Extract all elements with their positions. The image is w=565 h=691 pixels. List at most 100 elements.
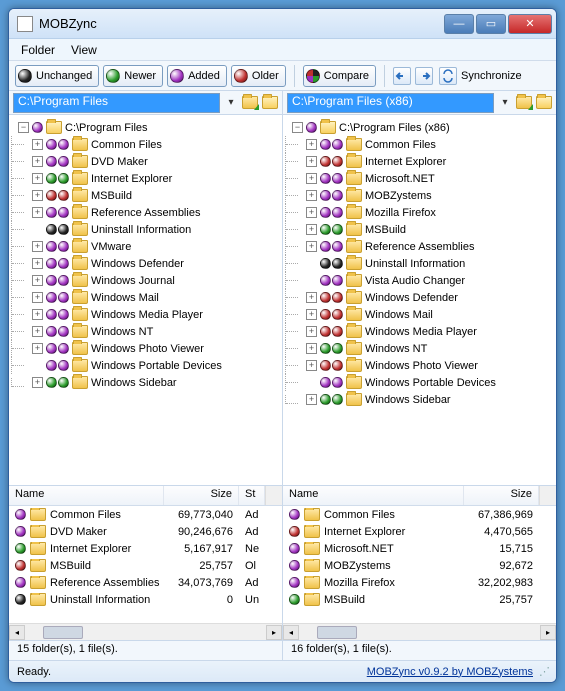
tree-item[interactable]: Windows Portable Devices — [11, 357, 280, 374]
expand-icon[interactable]: + — [306, 139, 317, 150]
expand-icon[interactable]: + — [306, 360, 317, 371]
tree-item[interactable]: + Windows NT — [11, 323, 280, 340]
col-name[interactable]: Name — [9, 486, 164, 505]
tree-item[interactable]: + Internet Explorer — [285, 153, 554, 170]
tree-item[interactable]: + Windows NT — [285, 340, 554, 357]
list-row[interactable]: MSBuild 25,757 Ol — [9, 557, 282, 574]
list-row[interactable]: Internet Explorer 5,167,917 Ne — [9, 540, 282, 557]
copy-right-icon[interactable] — [415, 67, 433, 85]
list-row[interactable]: Common Files 69,773,040 Ad — [9, 506, 282, 523]
expand-icon[interactable]: + — [306, 224, 317, 235]
tree-item[interactable]: + Windows Media Player — [285, 323, 554, 340]
expand-icon[interactable]: + — [306, 309, 317, 320]
tree-item[interactable]: Vista Audio Changer — [285, 272, 554, 289]
tree-item[interactable]: + DVD Maker — [11, 153, 280, 170]
up-folder-icon[interactable] — [516, 96, 532, 109]
maximize-button[interactable]: ▭ — [476, 14, 506, 34]
tree-root[interactable]: − C:\Program Files (x86) — [285, 119, 554, 136]
tree-item[interactable]: Uninstall Information — [11, 221, 280, 238]
tree-item[interactable]: + MOBZystems — [285, 187, 554, 204]
minimize-button[interactable]: — — [444, 14, 474, 34]
tree-item[interactable]: + Windows Journal — [11, 272, 280, 289]
expand-icon[interactable]: + — [306, 326, 317, 337]
list-row[interactable]: MOBZystems 92,672 — [283, 557, 556, 574]
tree-item[interactable]: + VMware — [11, 238, 280, 255]
copy-left-icon[interactable] — [393, 67, 411, 85]
tree-item[interactable]: + Windows Photo Viewer — [285, 357, 554, 374]
tree-item[interactable]: + Windows Defender — [285, 289, 554, 306]
up-folder-icon[interactable] — [242, 96, 258, 109]
col-status[interactable]: St — [239, 486, 265, 505]
synchronize-button[interactable]: Synchronize — [437, 65, 528, 87]
chevron-down-icon[interactable]: ▾ — [498, 97, 512, 108]
tree-item[interactable]: + Windows Mail — [285, 306, 554, 323]
tree-item[interactable]: + Windows Sidebar — [11, 374, 280, 391]
expand-icon[interactable]: + — [32, 326, 43, 337]
expand-icon[interactable]: + — [306, 156, 317, 167]
list-row[interactable]: MSBuild 25,757 — [283, 591, 556, 608]
tree-item[interactable]: + Microsoft.NET — [285, 170, 554, 187]
expand-icon[interactable]: + — [32, 377, 43, 388]
list-row[interactable]: DVD Maker 90,246,676 Ad — [9, 523, 282, 540]
menu-view[interactable]: View — [71, 43, 97, 57]
left-tree[interactable]: − C:\Program Files + Common Files + DVD … — [9, 115, 282, 485]
scroll-thumb[interactable] — [317, 626, 357, 639]
expand-icon[interactable]: + — [32, 241, 43, 252]
tree-item[interactable]: + MSBuild — [11, 187, 280, 204]
tree-item[interactable]: + Common Files — [11, 136, 280, 153]
right-path-input[interactable]: C:\Program Files (x86) — [287, 93, 494, 113]
titlebar[interactable]: MOBZync — ▭ ✕ — [9, 9, 556, 39]
col-size[interactable]: Size — [164, 486, 239, 505]
menu-folder[interactable]: Folder — [21, 43, 55, 57]
filter-unchanged[interactable]: Unchanged — [15, 65, 99, 87]
close-button[interactable]: ✕ — [508, 14, 552, 34]
right-list-header[interactable]: Name Size — [283, 486, 556, 506]
expand-icon[interactable]: + — [32, 156, 43, 167]
tree-item[interactable]: Windows Portable Devices — [285, 374, 554, 391]
expand-icon[interactable]: + — [306, 173, 317, 184]
expand-icon[interactable]: + — [306, 207, 317, 218]
expand-icon[interactable]: + — [32, 343, 43, 354]
expand-icon[interactable]: + — [306, 241, 317, 252]
about-link[interactable]: MOBZync v0.9.2 by MOBZystems — [367, 666, 533, 678]
tree-item[interactable]: Uninstall Information — [285, 255, 554, 272]
tree-item[interactable]: + MSBuild — [285, 221, 554, 238]
filter-older[interactable]: Older — [231, 65, 286, 87]
filter-newer[interactable]: Newer — [103, 65, 163, 87]
vscroll[interactable] — [265, 486, 282, 505]
expand-icon[interactable]: + — [306, 394, 317, 405]
expand-icon[interactable]: + — [32, 309, 43, 320]
col-name[interactable]: Name — [283, 486, 464, 505]
browse-folder-icon[interactable] — [536, 96, 552, 109]
expand-icon[interactable]: + — [32, 292, 43, 303]
tree-item[interactable]: + Reference Assemblies — [11, 204, 280, 221]
tree-root[interactable]: − C:\Program Files — [11, 119, 280, 136]
right-tree[interactable]: − C:\Program Files (x86) + Common Files … — [283, 115, 556, 485]
expand-icon[interactable]: + — [32, 207, 43, 218]
scroll-thumb[interactable] — [43, 626, 83, 639]
collapse-icon[interactable]: − — [292, 122, 303, 133]
list-row[interactable]: Internet Explorer 4,470,565 — [283, 523, 556, 540]
scroll-left-icon[interactable]: ◂ — [9, 625, 25, 640]
tree-item[interactable]: + Windows Photo Viewer — [11, 340, 280, 357]
left-path-input[interactable]: C:\Program Files — [13, 93, 220, 113]
list-row[interactable]: Reference Assemblies 34,073,769 Ad — [9, 574, 282, 591]
browse-folder-icon[interactable] — [262, 96, 278, 109]
expand-icon[interactable]: + — [306, 190, 317, 201]
chevron-down-icon[interactable]: ▾ — [224, 97, 238, 108]
tree-item[interactable]: + Windows Mail — [11, 289, 280, 306]
expand-icon[interactable]: + — [306, 343, 317, 354]
expand-icon[interactable]: + — [32, 173, 43, 184]
hscrollbar[interactable]: ◂ ▸ — [283, 623, 556, 640]
resize-grip[interactable]: ⋰ — [539, 665, 548, 678]
vscroll[interactable] — [539, 486, 556, 505]
col-size[interactable]: Size — [464, 486, 539, 505]
expand-icon[interactable]: + — [32, 258, 43, 269]
tree-item[interactable]: + Mozilla Firefox — [285, 204, 554, 221]
tree-item[interactable]: + Windows Defender — [11, 255, 280, 272]
scroll-left-icon[interactable]: ◂ — [283, 625, 299, 640]
expand-icon[interactable]: + — [32, 275, 43, 286]
tree-item[interactable]: + Windows Media Player — [11, 306, 280, 323]
collapse-icon[interactable]: − — [18, 122, 29, 133]
left-list-header[interactable]: Name Size St — [9, 486, 282, 506]
